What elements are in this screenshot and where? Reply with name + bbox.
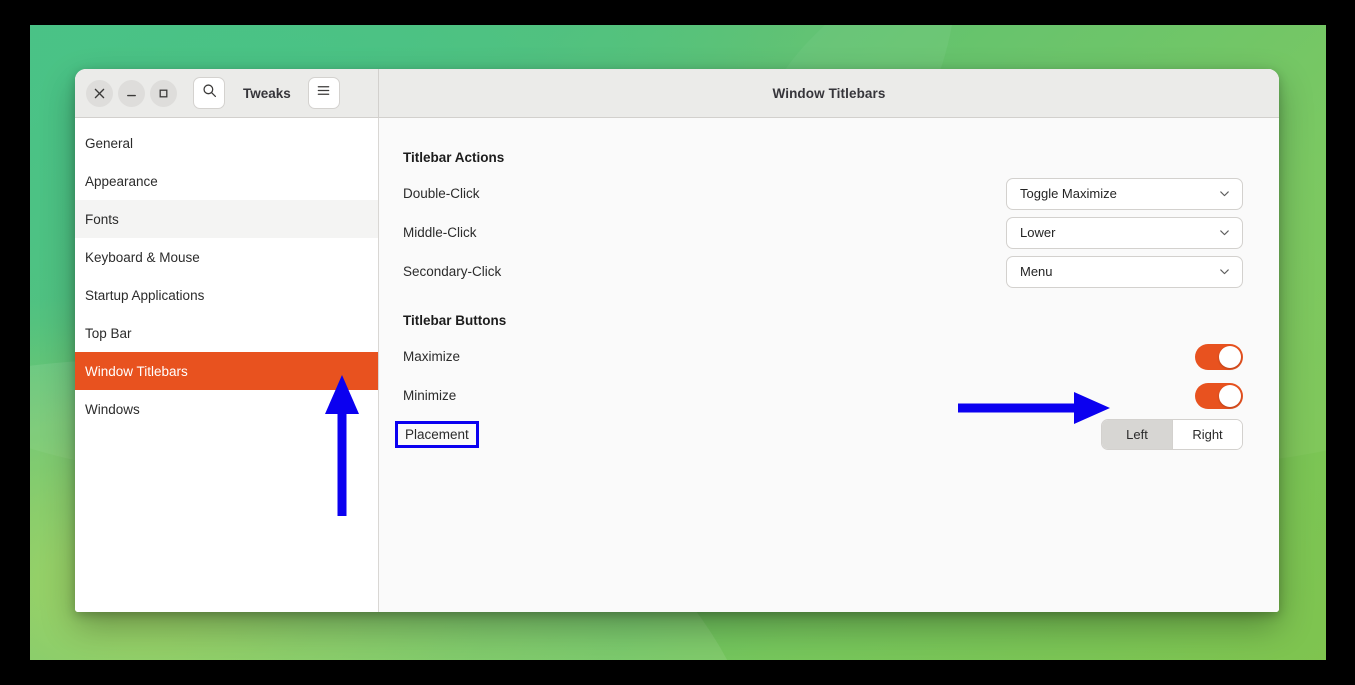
label-double-click: Double-Click — [403, 186, 480, 201]
sidebar-item-label: Keyboard & Mouse — [85, 249, 200, 265]
window-headerbar: Tweaks Window Titlebars — [75, 69, 1279, 118]
sidebar-item-keyboard-and-mouse[interactable]: Keyboard & Mouse — [75, 238, 378, 276]
label-maximize: Maximize — [403, 349, 461, 364]
sidebar-item-startup-applications[interactable]: Startup Applications — [75, 276, 378, 314]
settings-content-panel: Titlebar Actions Double-Click Toggle Max… — [379, 118, 1279, 612]
sidebar-item-general[interactable]: General — [75, 124, 378, 162]
maximize-window-button[interactable] — [150, 79, 177, 107]
page-title: Window Titlebars — [772, 85, 886, 101]
maximize-toggle-switch[interactable] — [1195, 343, 1243, 370]
section-title-titlebar-buttons: Titlebar Buttons — [403, 313, 507, 328]
sidebar-item-fonts[interactable]: Fonts — [75, 200, 378, 238]
secondary-click-action-value: Menu — [1020, 264, 1053, 279]
toggle-knob — [1219, 384, 1241, 407]
main-menu-button[interactable] — [307, 77, 340, 109]
sidebar-item-label: Top Bar — [85, 325, 132, 341]
sidebar-item-appearance[interactable]: Appearance — [75, 162, 378, 200]
placement-option-right-label: Right — [1192, 427, 1223, 442]
row-middle-click: Middle-Click Lower — [403, 213, 1243, 252]
minimize-toggle-switch[interactable] — [1195, 382, 1243, 409]
chevron-down-icon — [1218, 226, 1231, 239]
window-body: General Appearance Fonts Keyboard & Mous… — [75, 118, 1279, 612]
double-click-action-dropdown[interactable]: Toggle Maximize — [1006, 177, 1243, 210]
row-maximize: Maximize — [403, 337, 1243, 376]
settings-sidebar: General Appearance Fonts Keyboard & Mous… — [75, 118, 379, 612]
placement-option-left-label: Left — [1126, 427, 1148, 442]
placement-option-left[interactable]: Left — [1102, 420, 1172, 449]
application-title: Tweaks — [243, 85, 291, 101]
sidebar-item-label: Startup Applications — [85, 287, 205, 303]
placement-label-highlight: Placement — [395, 421, 479, 448]
sidebar-item-top-bar[interactable]: Top Bar — [75, 314, 378, 352]
headerbar-right-section: Window Titlebars — [379, 69, 1279, 117]
label-secondary-click: Secondary-Click — [403, 264, 502, 279]
row-double-click: Double-Click Toggle Maximize — [403, 174, 1243, 213]
middle-click-action-dropdown[interactable]: Lower — [1006, 216, 1243, 249]
minus-icon — [126, 88, 137, 99]
toggle-knob — [1219, 345, 1241, 368]
secondary-click-action-dropdown[interactable]: Menu — [1006, 255, 1243, 288]
sidebar-item-label: Fonts — [85, 211, 119, 227]
search-icon — [202, 83, 217, 103]
chevron-down-icon — [1218, 187, 1231, 200]
close-icon — [94, 88, 105, 99]
middle-click-action-value: Lower — [1020, 225, 1056, 240]
sidebar-item-label: Appearance — [85, 173, 158, 189]
placement-segmented-control[interactable]: Left Right — [1101, 419, 1243, 450]
sidebar-item-label: General — [85, 135, 134, 151]
double-click-action-value: Toggle Maximize — [1020, 186, 1117, 201]
sidebar-item-label: Window Titlebars — [85, 363, 188, 379]
placement-option-right[interactable]: Right — [1172, 420, 1242, 449]
hamburger-menu-icon — [316, 83, 331, 103]
tweaks-application-window: Tweaks Window Titlebars General Appearan… — [75, 69, 1279, 612]
chevron-down-icon — [1218, 265, 1231, 278]
row-placement: Placement Left Right — [395, 415, 1243, 454]
close-window-button[interactable] — [86, 79, 113, 107]
sidebar-item-window-titlebars[interactable]: Window Titlebars — [75, 352, 378, 390]
sidebar-item-windows[interactable]: Windows — [75, 390, 378, 428]
section-title-titlebar-actions: Titlebar Actions — [403, 150, 505, 165]
label-middle-click: Middle-Click — [403, 225, 477, 240]
sidebar-item-label: Windows — [85, 401, 140, 417]
square-icon — [158, 88, 169, 99]
minimize-window-button[interactable] — [118, 79, 145, 107]
row-secondary-click: Secondary-Click Menu — [403, 252, 1243, 291]
headerbar-left-section: Tweaks — [75, 69, 379, 117]
label-minimize: Minimize — [403, 388, 457, 403]
row-minimize: Minimize — [403, 376, 1243, 415]
search-button[interactable] — [193, 77, 225, 109]
label-placement: Placement — [405, 427, 469, 442]
